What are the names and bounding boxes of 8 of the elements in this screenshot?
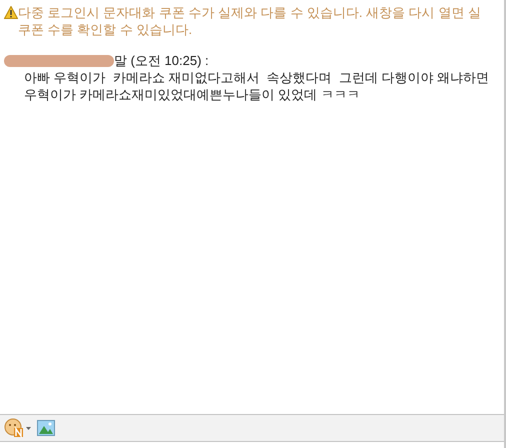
message-sender: 말 (오전 10:25) : [114, 52, 209, 69]
caret-icon [26, 426, 31, 430]
message-text: 아빠 우혁이가 카메라쇼 재미없다고해서 속상했다며 그런데 다행이야 왜냐하면우혁이가 카메라쇼재미있었대예쁜누나들이 있었데 ㅋㅋㅋ [23, 69, 490, 103]
image-icon[interactable] [37, 420, 55, 436]
warning-icon [4, 6, 18, 19]
notice-text: 다중 로그인시 문자대화 쿠폰 수가 실제와 다를 수 있습니다. 새창을 다시 열면 실 쿠폰 수를 확인할 수 있습니다. [18, 4, 482, 38]
emoticon-button[interactable] [4, 418, 31, 438]
smiley-icon [4, 418, 26, 438]
